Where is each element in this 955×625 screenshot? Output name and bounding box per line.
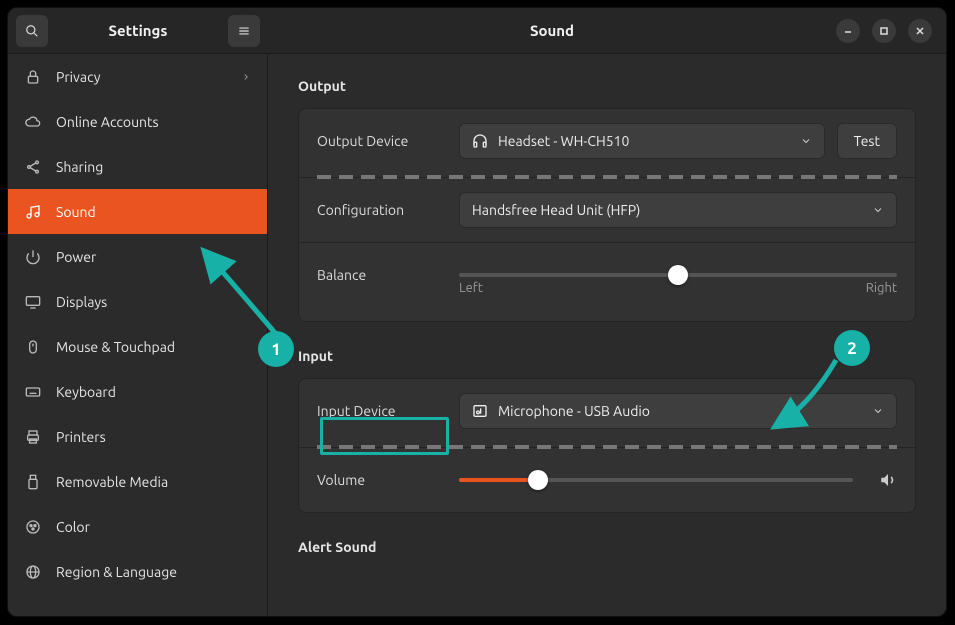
sidebar-item-color[interactable]: Color (8, 504, 267, 549)
sidebar-item-region-language[interactable]: Region & Language (8, 549, 267, 594)
sidebar-item-label: Displays (56, 294, 107, 310)
sidebar-item-label: Sharing (56, 159, 103, 175)
output-device-label: Output Device (317, 133, 437, 149)
sidebar-item-label: Color (56, 519, 90, 535)
output-level-meter (317, 175, 897, 179)
balance-slider[interactable]: Left Right (459, 257, 897, 293)
maximize-button[interactable] (872, 19, 896, 43)
balance-left-label: Left (459, 281, 483, 295)
sidebar-item-online-accounts[interactable]: Online Accounts (8, 99, 267, 144)
sidebar-item-label: Region & Language (56, 564, 177, 580)
sidebar-item-sharing[interactable]: Sharing (8, 144, 267, 189)
page-title: Sound (268, 22, 836, 39)
minimize-icon (843, 26, 853, 36)
sidebar-item-privacy[interactable]: Privacy (8, 54, 267, 99)
sidebar-item-keyboard[interactable]: Keyboard (8, 369, 267, 414)
headphones-icon (472, 133, 488, 149)
chevron-down-icon (872, 405, 884, 417)
input-device-value: Microphone - USB Audio (498, 403, 650, 419)
lock-icon (24, 68, 42, 86)
mouse-icon (24, 338, 42, 356)
search-button[interactable] (16, 15, 48, 47)
sidebar-item-label: Sound (56, 204, 96, 220)
sidebar-item-displays[interactable]: Displays (8, 279, 267, 324)
configuration-dropdown[interactable]: Handsfree Head Unit (HFP) (459, 192, 897, 228)
input-level-meter (317, 445, 897, 449)
power-icon (24, 248, 42, 266)
hamburger-icon (237, 24, 251, 38)
chevron-down-icon (800, 135, 812, 147)
hamburger-button[interactable] (228, 15, 260, 47)
sidebar-item-sound[interactable]: Sound (8, 189, 267, 234)
audio-card-icon (472, 403, 488, 419)
balance-right-label: Right (866, 281, 897, 295)
sidebar: Privacy Online Accounts Sharing Sound Power D… (8, 54, 268, 616)
output-section-title: Output (298, 78, 916, 94)
sidebar-item-removable-media[interactable]: Removable Media (8, 459, 267, 504)
sidebar-item-label: Printers (56, 429, 106, 445)
balance-label: Balance (317, 267, 437, 283)
chevron-down-icon (872, 204, 884, 216)
sidebar-item-label: Mouse & Touchpad (56, 339, 175, 355)
volume-label: Volume (317, 472, 437, 488)
app-title: Settings (56, 22, 220, 39)
usb-icon (24, 473, 42, 491)
speaker-icon (879, 471, 897, 489)
keyboard-icon (24, 383, 42, 401)
configuration-label: Configuration (317, 202, 437, 218)
output-device-value: Headset - WH-CH510 (498, 133, 629, 149)
share-icon (24, 158, 42, 176)
close-icon (915, 26, 925, 36)
sidebar-item-label: Power (56, 249, 96, 265)
sidebar-item-mouse-touchpad[interactable]: Mouse & Touchpad (8, 324, 267, 369)
close-button[interactable] (908, 19, 932, 43)
color-icon (24, 518, 42, 536)
minimize-button[interactable] (836, 19, 860, 43)
chevron-right-icon (241, 72, 251, 82)
configuration-value: Handsfree Head Unit (HFP) (472, 202, 640, 218)
output-panel: Output Device Headset - WH-CH510 Test Co… (298, 108, 916, 322)
output-device-dropdown[interactable]: Headset - WH-CH510 (459, 123, 825, 159)
sidebar-item-label: Online Accounts (56, 114, 159, 130)
test-button[interactable]: Test (837, 123, 897, 159)
cloud-icon (24, 113, 42, 131)
sidebar-item-label: Removable Media (56, 474, 168, 490)
alert-section-title: Alert Sound (298, 539, 916, 555)
maximize-icon (879, 26, 889, 36)
content-area: Output Output Device Headset - WH-CH510 … (268, 54, 946, 616)
input-panel: Input Device Microphone - USB Audio Volu… (298, 378, 916, 513)
input-device-label: Input Device (317, 403, 437, 419)
input-section-title: Input (298, 348, 916, 364)
volume-slider[interactable] (459, 462, 853, 498)
music-icon (24, 203, 42, 221)
input-device-dropdown[interactable]: Microphone - USB Audio (459, 393, 897, 429)
search-icon (25, 24, 39, 38)
sidebar-item-printers[interactable]: Printers (8, 414, 267, 459)
sidebar-item-label: Keyboard (56, 384, 116, 400)
display-icon (24, 293, 42, 311)
globe-icon (24, 563, 42, 581)
printer-icon (24, 428, 42, 446)
sidebar-item-label: Privacy (56, 69, 100, 85)
sidebar-item-power[interactable]: Power (8, 234, 267, 279)
